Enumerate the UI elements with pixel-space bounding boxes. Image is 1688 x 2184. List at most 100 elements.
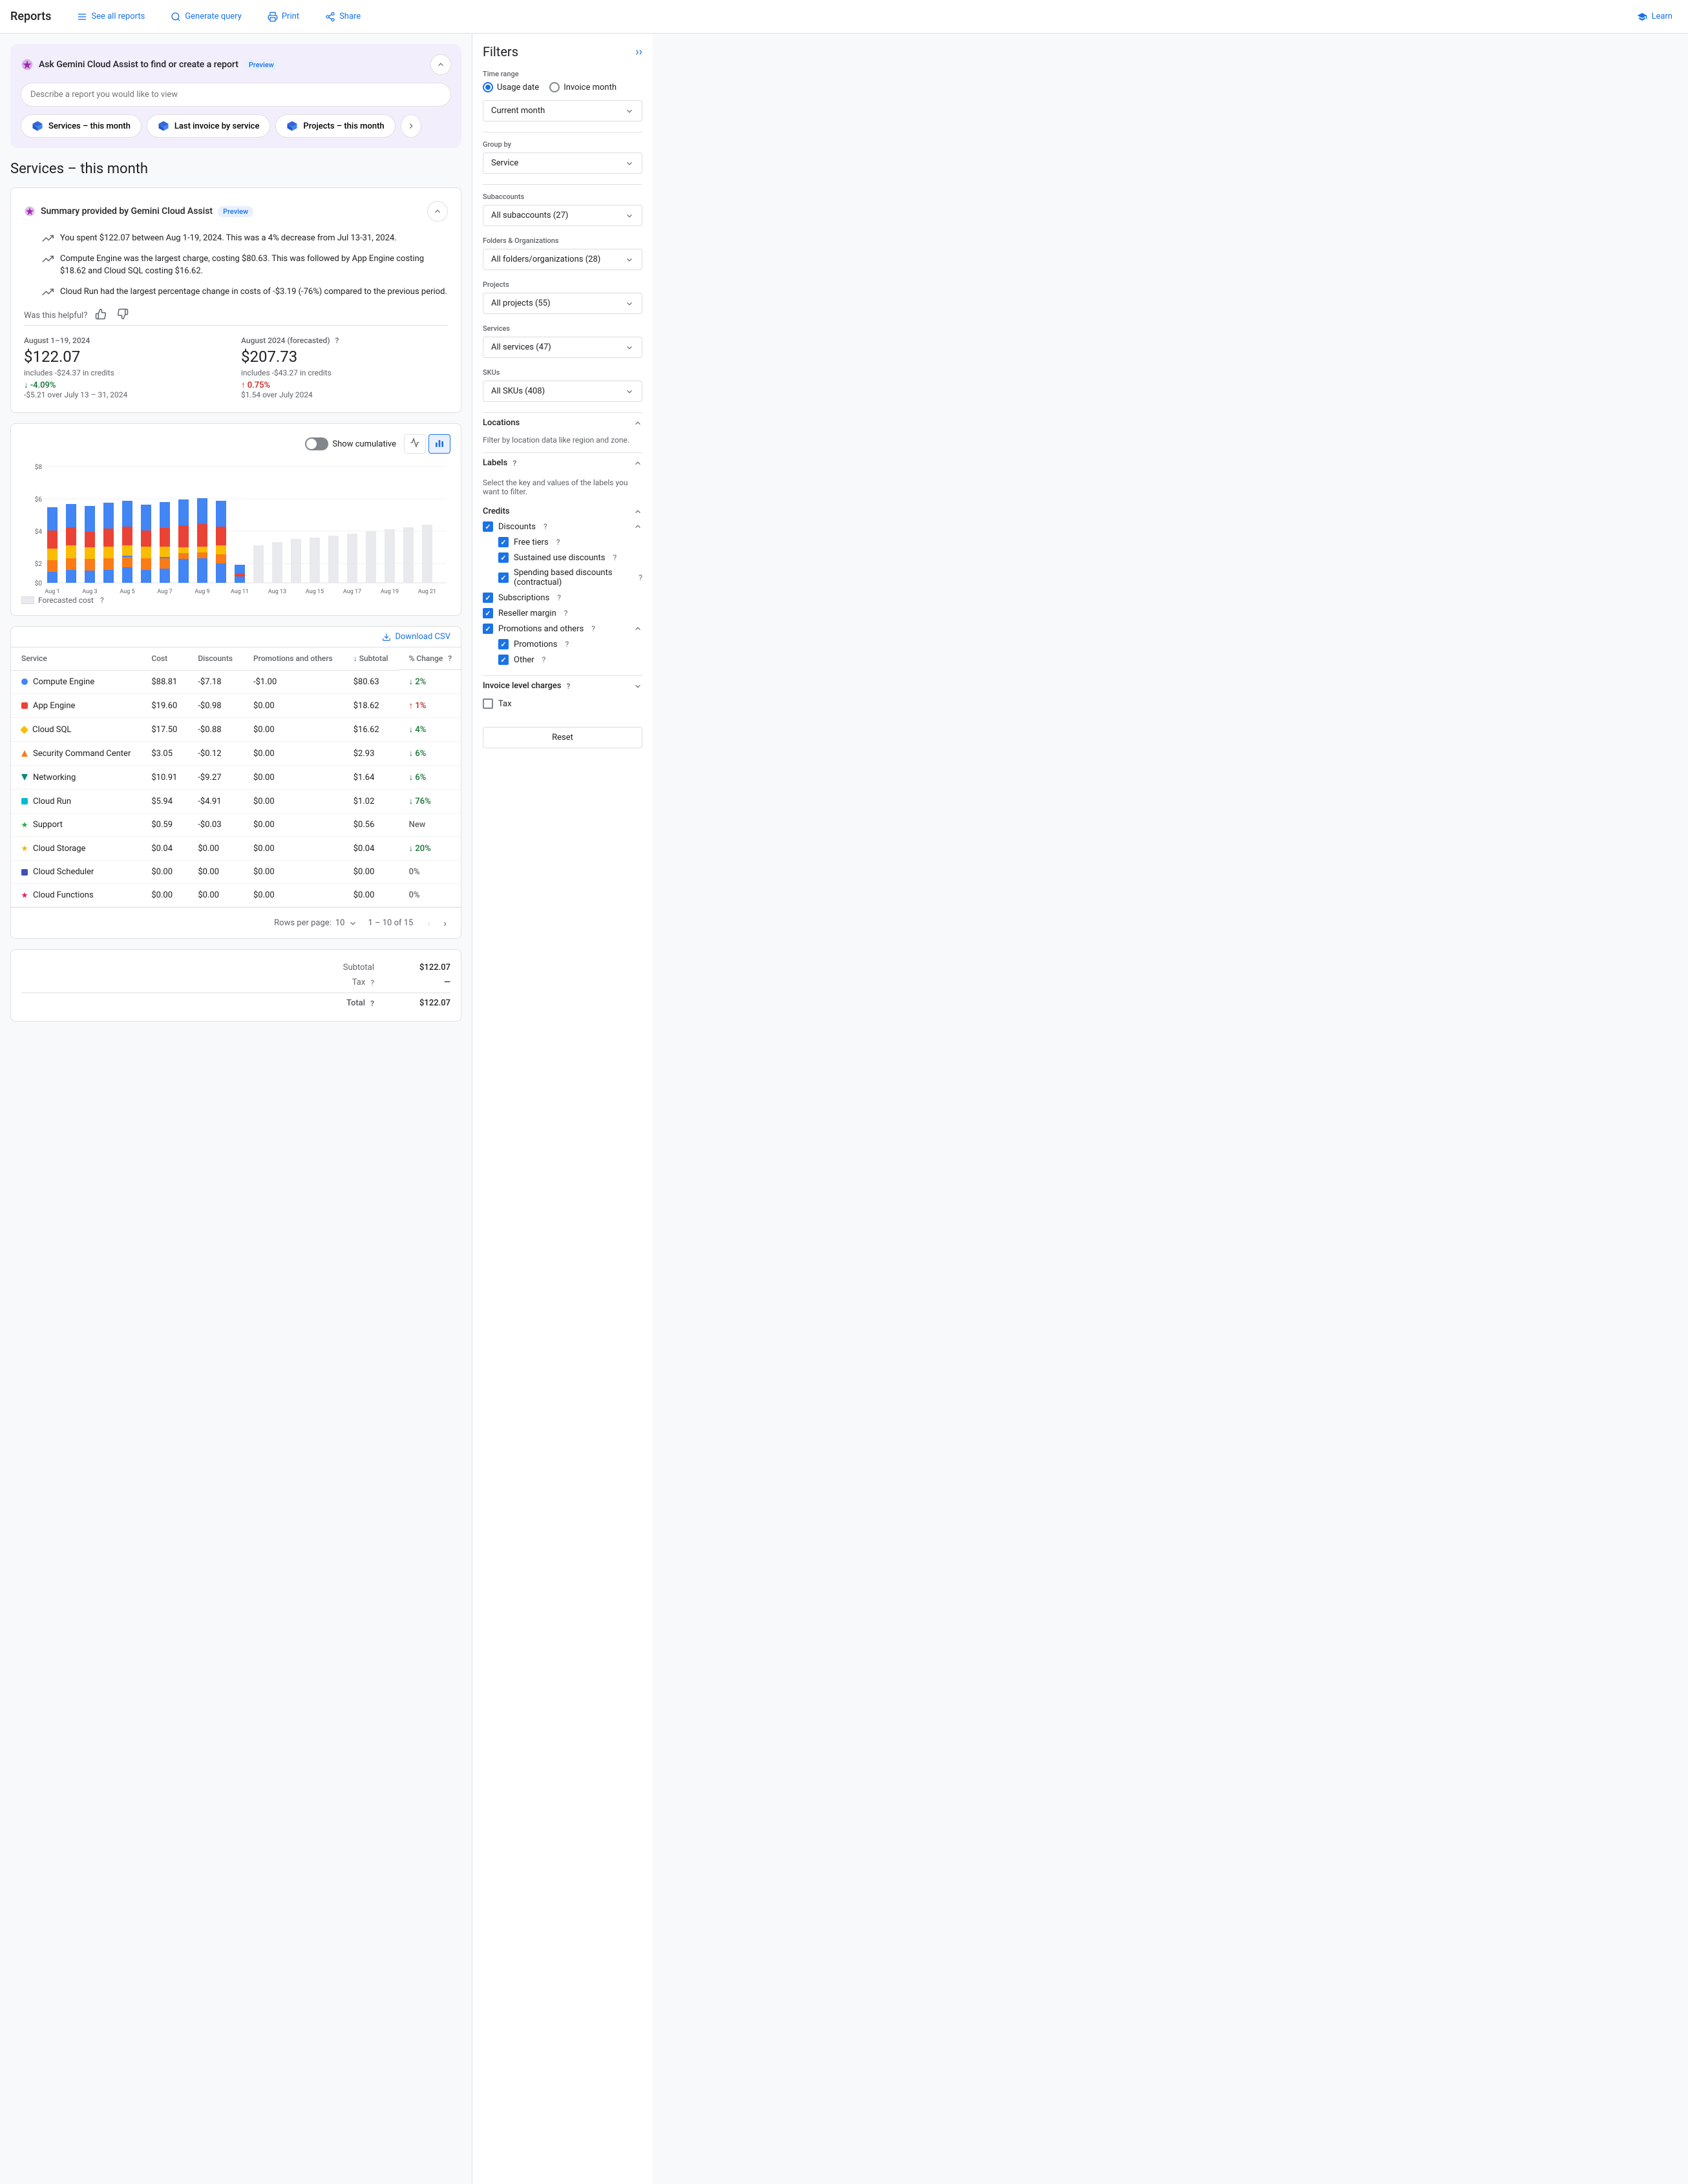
- svg-text:Aug 3: Aug 3: [82, 589, 97, 595]
- discounts-check[interactable]: [483, 521, 493, 532]
- subscriptions-check[interactable]: [483, 593, 493, 603]
- projects-select[interactable]: All projects (55): [483, 293, 642, 314]
- gemini-collapse-btn[interactable]: [430, 54, 451, 75]
- gemini-input[interactable]: [21, 83, 451, 107]
- subtotal-cell-8: $0.00: [343, 861, 399, 884]
- thumbs-down-btn[interactable]: [114, 306, 131, 325]
- free-tiers-check[interactable]: [498, 537, 509, 547]
- free-tiers-help-icon[interactable]: ?: [556, 538, 560, 547]
- locations-collapse-icon[interactable]: [633, 419, 642, 428]
- see-all-reports-link[interactable]: See all reports: [72, 8, 150, 26]
- subscriptions-help-icon[interactable]: ?: [557, 593, 561, 602]
- usage-date-radio[interactable]: Usage date: [483, 82, 539, 92]
- show-cumulative-toggle[interactable]: Show cumulative: [305, 437, 396, 450]
- quick-reports-next[interactable]: [401, 114, 421, 138]
- promotions-others-check[interactable]: [483, 624, 493, 634]
- services-select[interactable]: All services (47): [483, 337, 642, 358]
- spending-based-help-icon[interactable]: ?: [638, 573, 642, 582]
- promotions-cell-8: $0.00: [243, 861, 343, 884]
- service-cell-4: Networking: [11, 766, 141, 790]
- subaccounts-section: Subaccounts All subaccounts (27): [483, 193, 642, 226]
- quick-report-last-invoice[interactable]: Last invoice by service: [147, 114, 271, 138]
- promotions-sub-checkbox[interactable]: Promotions ?: [483, 636, 642, 652]
- promotions-others-help-icon[interactable]: ?: [591, 624, 595, 633]
- discounts-help-icon[interactable]: ?: [543, 522, 547, 531]
- credits-header[interactable]: Credits: [483, 504, 642, 519]
- promotions-others-checkbox[interactable]: Promotions and others ?: [483, 621, 642, 636]
- current-month-select-wrapper: Current month: [483, 100, 642, 121]
- toggle-switch[interactable]: [305, 437, 328, 450]
- prev-page-btn[interactable]: ‹: [423, 916, 434, 930]
- discounts-expand-icon[interactable]: [633, 522, 642, 531]
- share-link[interactable]: Share: [320, 8, 366, 26]
- cost-cell-8: $0.00: [141, 861, 187, 884]
- chart-type-buttons: [404, 434, 450, 454]
- bar-chart-btn[interactable]: [428, 434, 450, 454]
- tax-filter-check[interactable]: [483, 698, 493, 709]
- generate-query-link[interactable]: Generate query: [165, 8, 247, 26]
- other-checkbox[interactable]: Other ?: [483, 652, 642, 667]
- total-help-icon[interactable]: ?: [370, 999, 374, 1008]
- subtotal-cell-2: $16.62: [343, 718, 399, 742]
- sustained-use-help-icon[interactable]: ?: [613, 553, 617, 562]
- spending-based-checkbox[interactable]: Spending based discounts (contractual) ?: [483, 565, 642, 590]
- tax-filter-checkbox[interactable]: Tax: [483, 696, 642, 711]
- tax-help-icon[interactable]: ?: [370, 978, 374, 987]
- promotions-sub-check[interactable]: [498, 639, 509, 649]
- invoice-charges-help-icon[interactable]: ?: [567, 682, 571, 691]
- group-by-select[interactable]: Service: [483, 152, 642, 174]
- other-help-icon[interactable]: ?: [542, 655, 546, 664]
- current-month-select[interactable]: Current month: [483, 100, 642, 121]
- other-check[interactable]: [498, 655, 509, 665]
- folders-select[interactable]: All folders/organizations (28): [483, 249, 642, 270]
- forecasted-help-icon[interactable]: ?: [100, 596, 104, 605]
- free-tiers-checkbox[interactable]: Free tiers ?: [483, 534, 642, 550]
- promotions-expand-icon[interactable]: [633, 624, 642, 633]
- page-info: 1 – 10 of 15: [368, 918, 413, 928]
- help-icon-forecasted[interactable]: ?: [335, 336, 339, 345]
- projects-section: Projects All projects (55): [483, 280, 642, 314]
- discounts-checkbox[interactable]: Discounts ?: [483, 519, 642, 534]
- skus-select[interactable]: All SKUs (408): [483, 381, 642, 402]
- thumbs-down-icon: [117, 308, 129, 320]
- summary-collapse-btn[interactable]: [427, 201, 448, 222]
- reset-button[interactable]: Reset: [483, 727, 642, 748]
- next-page-btn[interactable]: ›: [439, 916, 450, 930]
- rows-dropdown-icon[interactable]: [348, 919, 357, 928]
- pct-change-help[interactable]: ?: [448, 654, 452, 663]
- group-by-chevron-icon: [625, 159, 634, 168]
- main-layout: Ask Gemini Cloud Assist to find or creat…: [0, 34, 1688, 2184]
- learn-link[interactable]: Learn: [1632, 8, 1678, 26]
- quick-report-projects[interactable]: Projects – this month: [275, 114, 395, 138]
- collapse-filters-btn[interactable]: ››: [635, 45, 642, 59]
- reseller-margin-help-icon[interactable]: ?: [564, 609, 568, 618]
- subaccounts-select[interactable]: All subaccounts (27): [483, 205, 642, 226]
- print-link[interactable]: Print: [262, 8, 304, 26]
- cost-cell-6: $0.59: [141, 814, 187, 837]
- discounts-cell-5: -$4.91: [187, 790, 243, 814]
- line-chart-btn[interactable]: [404, 434, 426, 454]
- invoice-month-radio[interactable]: Invoice month: [549, 82, 617, 92]
- quick-report-services[interactable]: Services – this month: [21, 114, 142, 138]
- labels-collapse-icon[interactable]: [633, 459, 642, 468]
- subaccounts-select-wrapper: All subaccounts (27): [483, 205, 642, 226]
- labels-help-icon[interactable]: ?: [512, 459, 516, 468]
- subscriptions-checkbox[interactable]: Subscriptions ?: [483, 590, 642, 605]
- invoice-charges-expand-icon[interactable]: [633, 682, 642, 691]
- reseller-margin-checkbox[interactable]: Reseller margin ?: [483, 605, 642, 621]
- subtotal-cell-3: $2.93: [343, 742, 399, 766]
- table-container: Download CSV Service Cost Discounts Prom…: [10, 626, 461, 939]
- invoice-charges-section: Invoice level charges ?: [483, 675, 642, 696]
- reseller-margin-check[interactable]: [483, 608, 493, 618]
- promotions-sub-help-icon[interactable]: ?: [565, 640, 569, 649]
- sustained-use-check[interactable]: [498, 552, 509, 563]
- table-row: Cloud SQL $17.50 -$0.88 $0.00 $16.62 ↓ 4…: [11, 718, 461, 742]
- sustained-use-checkbox[interactable]: Sustained use discounts ?: [483, 550, 642, 565]
- pct-cell-2: ↓ 4%: [399, 718, 461, 742]
- download-csv-btn[interactable]: Download CSV: [382, 632, 450, 642]
- table-row: Security Command Center $3.05 -$0.12 $0.…: [11, 742, 461, 766]
- total-row: Total ? $122.07: [21, 992, 450, 1011]
- thumbs-up-btn[interactable]: [92, 306, 109, 325]
- skus-chevron-icon: [625, 387, 634, 396]
- spending-based-check[interactable]: [498, 572, 509, 583]
